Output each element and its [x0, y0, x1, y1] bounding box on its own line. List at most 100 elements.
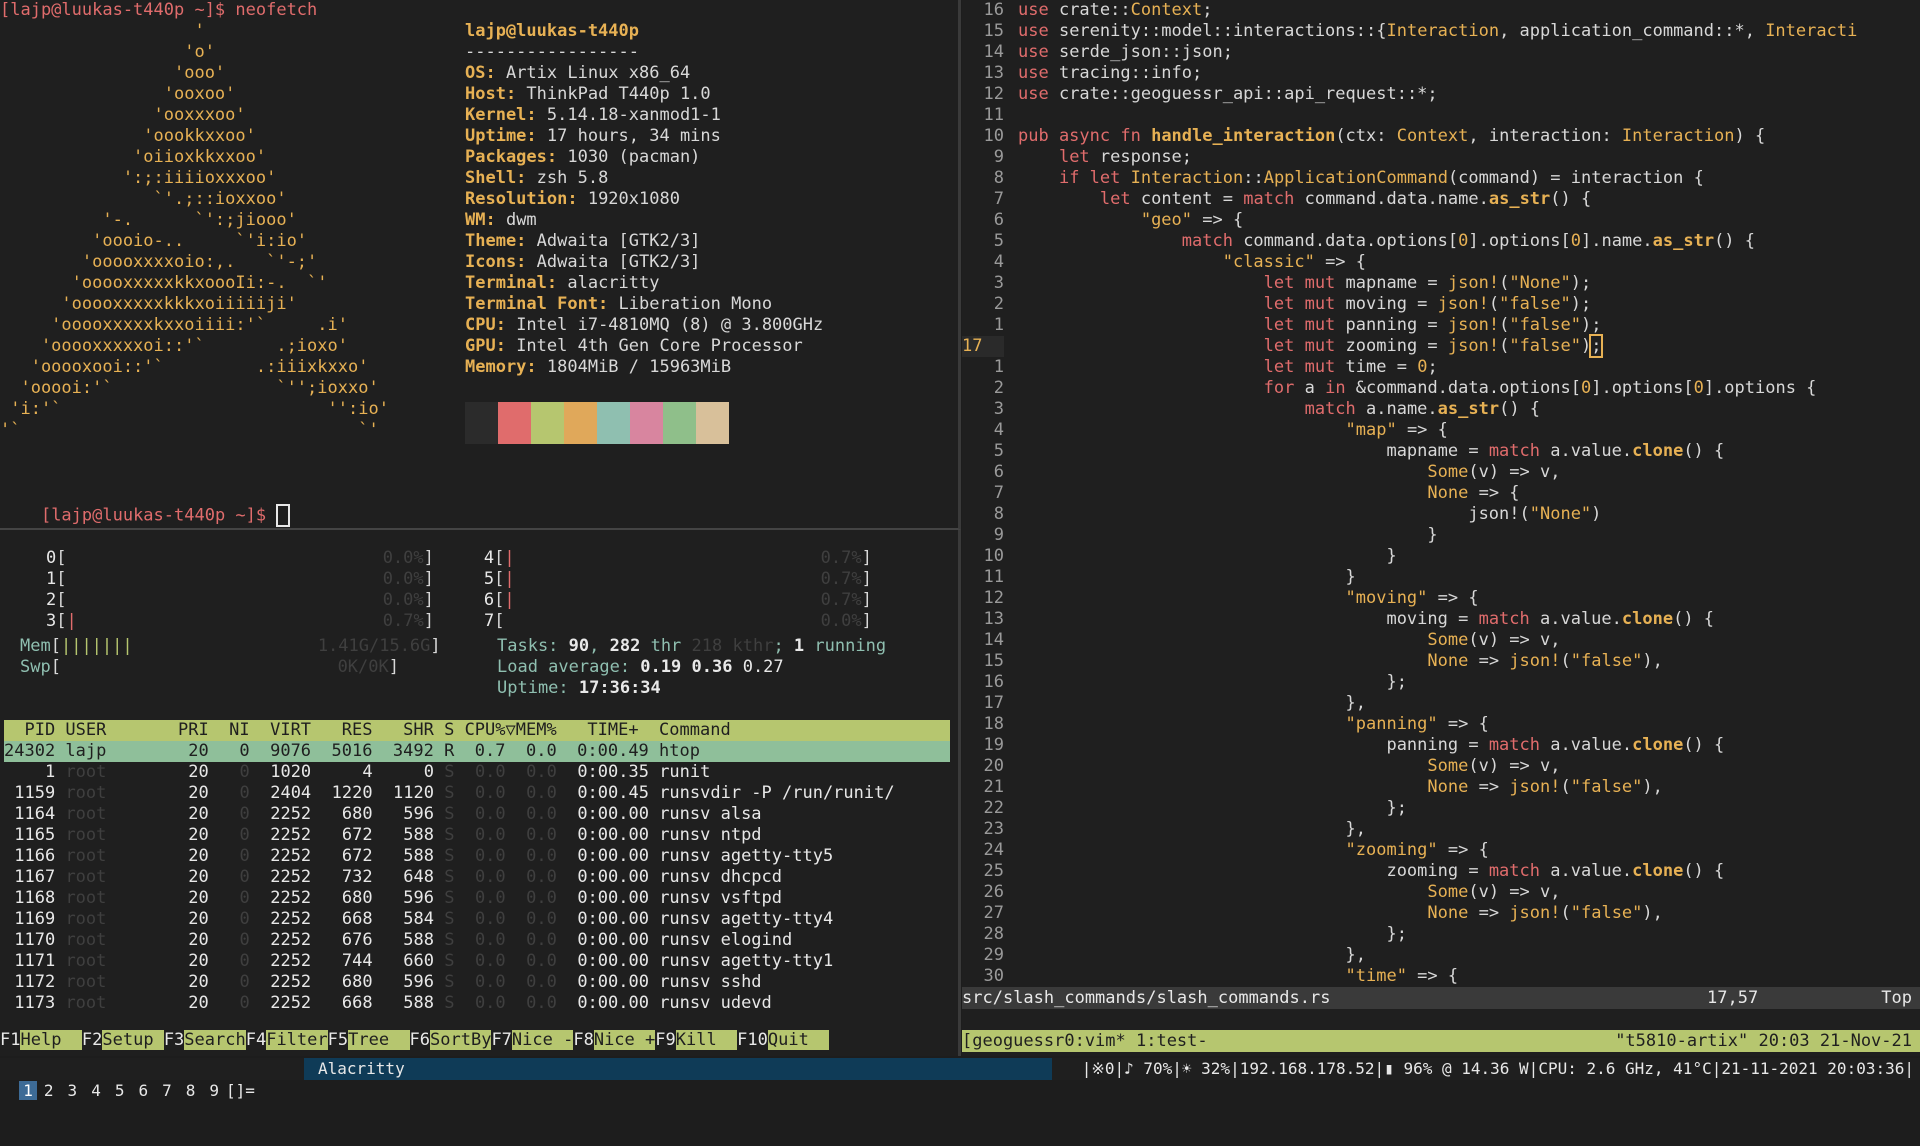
- tag-5[interactable]: 5: [108, 1081, 132, 1100]
- code-line[interactable]: 18 "panning" => {: [962, 714, 1920, 735]
- code-text: Some(v) => v,: [1427, 882, 1561, 902]
- process-row[interactable]: 1168 root 20 0 2252 680 596 S 0.0 0.0 0:…: [4, 888, 950, 909]
- fkey-f6[interactable]: F6SortBy: [410, 1030, 492, 1050]
- code-line[interactable]: 21 None => json!("false"),: [962, 777, 1920, 798]
- fkey-f5[interactable]: F5Tree: [328, 1030, 410, 1050]
- process-row[interactable]: 1 root 20 0 1020 4 0 S 0.0 0.0 0:00.35 r…: [4, 762, 950, 783]
- code-line[interactable]: 13 use tracing::info;: [962, 63, 1920, 84]
- info-label: Terminal Font:: [465, 294, 619, 314]
- code-line[interactable]: 29 },: [962, 945, 1920, 966]
- process-row-selected[interactable]: 24302 lajp 20 0 9076 5016 3492 R 0.7 0.0…: [4, 741, 950, 762]
- fkey-f2[interactable]: F2Setup: [82, 1030, 164, 1050]
- code-line[interactable]: 26 Some(v) => v,: [962, 882, 1920, 903]
- fkey-f8[interactable]: F8Nice +: [573, 1030, 656, 1050]
- ascii-line: 'oooio-.. `'i:io': [0, 231, 308, 251]
- code-line[interactable]: 2 for a in &command.data.options[0].opti…: [962, 378, 1920, 399]
- code-line[interactable]: 5 match command.data.options[0].options[…: [962, 231, 1920, 252]
- code-line[interactable]: 7 let content = match command.data.name.…: [962, 189, 1920, 210]
- process-row[interactable]: 1170 root 20 0 2252 676 588 S 0.0 0.0 0:…: [4, 930, 950, 951]
- code-line[interactable]: 6 "geo" => {: [962, 210, 1920, 231]
- code-line[interactable]: 4 "classic" => {: [962, 252, 1920, 273]
- tag-2[interactable]: 2: [37, 1081, 61, 1100]
- code-line[interactable]: 8 json!("None"): [962, 504, 1920, 525]
- tag-3[interactable]: 3: [61, 1081, 85, 1100]
- code-line[interactable]: 6 Some(v) => v,: [962, 462, 1920, 483]
- code-line[interactable]: 2 let mut moving = json!("false");: [962, 294, 1920, 315]
- ascii-line: '` `': [0, 420, 379, 440]
- code-line[interactable]: 24 "zooming" => {: [962, 840, 1920, 861]
- palette-swatch: [597, 402, 630, 444]
- code-text: let response;: [1058, 147, 1193, 167]
- code-line[interactable]: 27 None => json!("false"),: [962, 903, 1920, 924]
- code-line[interactable]: 11: [962, 105, 1920, 126]
- process-row[interactable]: 1165 root 20 0 2252 672 588 S 0.0 0.0 0:…: [4, 825, 950, 846]
- vim-editor[interactable]: 16 use crate::Context; 15 use serenity::mod…: [962, 0, 1920, 1056]
- neofetch-terminal[interactable]: [lajp@luukas-t440p ~]$ neofetch ' 'o' 'o…: [0, 0, 961, 530]
- code-line[interactable]: 3 let mut mapname = json!("None");: [962, 273, 1920, 294]
- ascii-line: 'ooooi:'` `'';ioxxo': [0, 378, 379, 398]
- code-buffer[interactable]: 16 use crate::Context; 15 use serenity::mod…: [962, 0, 1920, 987]
- code-line-current[interactable]: 17 let mut zooming = json!("false");: [962, 334, 1920, 358]
- code-line[interactable]: 28 };: [962, 924, 1920, 945]
- code-line[interactable]: 4 "map" => {: [962, 420, 1920, 441]
- code-line[interactable]: 7 None => {: [962, 483, 1920, 504]
- tag-8[interactable]: 8: [179, 1081, 203, 1100]
- code-line[interactable]: 10 pub async fn handle_interaction(ctx: C…: [962, 126, 1920, 147]
- process-row[interactable]: 1172 root 20 0 2252 680 596 S 0.0 0.0 0:…: [4, 972, 950, 993]
- htop-terminal[interactable]: 0[0.0%] 4[| 0.7%] 1[0.0%] 5[| 0.7%] 2[0.0%] 6[|…: [0, 530, 961, 1056]
- code-line[interactable]: 14 use serde_json::json;: [962, 42, 1920, 63]
- code-line[interactable]: 19 panning = match a.value.clone() {: [962, 735, 1920, 756]
- process-row[interactable]: 1171 root 20 0 2252 744 660 S 0.0 0.0 0:…: [4, 951, 950, 972]
- tag-1[interactable]: 1: [19, 1081, 37, 1100]
- line-number: 20: [983, 756, 1004, 776]
- line-number: 17: [962, 336, 1004, 357]
- code-line[interactable]: 20 Some(v) => v,: [962, 756, 1920, 777]
- info-value: Liberation Mono: [618, 294, 773, 314]
- code-line[interactable]: 12 use crate::geoguessr_api::api_request:…: [962, 84, 1920, 105]
- info-value: zsh 5.8: [536, 168, 609, 188]
- code-line[interactable]: 14 Some(v) => v,: [962, 630, 1920, 651]
- fkey-f10[interactable]: F10Quit: [737, 1030, 830, 1050]
- code-line[interactable]: 23 },: [962, 819, 1920, 840]
- fkey-f3[interactable]: F3Search: [164, 1030, 246, 1050]
- process-row[interactable]: 1169 root 20 0 2252 668 584 S 0.0 0.0 0:…: [4, 909, 950, 930]
- code-line[interactable]: 12 "moving" => {: [962, 588, 1920, 609]
- code-line[interactable]: 15 use serenity::model::interactions::{In…: [962, 21, 1920, 42]
- shell-prompt[interactable]: [lajp@luukas-t440p ~]$: [0, 483, 291, 527]
- tag-4[interactable]: 4: [84, 1081, 108, 1100]
- code-line[interactable]: 10 }: [962, 546, 1920, 567]
- process-row[interactable]: 1166 root 20 0 2252 672 588 S 0.0 0.0 0:…: [4, 846, 950, 867]
- info-label: Uptime:: [465, 126, 547, 146]
- process-row[interactable]: 1167 root 20 0 2252 732 648 S 0.0 0.0 0:…: [4, 867, 950, 888]
- process-row[interactable]: 1173 root 20 0 2252 668 588 S 0.0 0.0 0:…: [4, 993, 950, 1014]
- code-line[interactable]: 1 let mut panning = json!("false");: [962, 315, 1920, 336]
- code-line[interactable]: 11 }: [962, 567, 1920, 588]
- code-line[interactable]: 22 };: [962, 798, 1920, 819]
- tag-6[interactable]: 6: [131, 1081, 155, 1100]
- code-line[interactable]: 25 zooming = match a.value.clone() {: [962, 861, 1920, 882]
- code-line[interactable]: 8 if let Interaction::ApplicationCommand…: [962, 168, 1920, 189]
- code-text: }: [1018, 567, 1356, 587]
- code-line[interactable]: 17 },: [962, 693, 1920, 714]
- tag-9[interactable]: 9: [202, 1081, 226, 1100]
- code-line[interactable]: 15 None => json!("false"),: [962, 651, 1920, 672]
- code-line[interactable]: 16 use crate::Context;: [962, 0, 1920, 21]
- code-line[interactable]: 1 let mut time = 0;: [962, 357, 1920, 378]
- code-line[interactable]: 13 moving = match a.value.clone() {: [962, 609, 1920, 630]
- process-row[interactable]: 1159 root 20 0 2404 1220 1120 S 0.0 0.0 …: [4, 783, 950, 804]
- fkey-f7[interactable]: F7Nice -: [491, 1030, 574, 1050]
- code-line[interactable]: 30 "time" => {: [962, 966, 1920, 987]
- code-line[interactable]: 9 let response;: [962, 147, 1920, 168]
- process-table-header[interactable]: PID USER PRI NI VIRT RES SHR S CPU%▽MEM%…: [4, 720, 950, 741]
- process-row[interactable]: 1164 root 20 0 2252 680 596 S 0.0 0.0 0:…: [4, 804, 950, 825]
- code-line[interactable]: 5 mapname = match a.value.clone() {: [962, 441, 1920, 462]
- code-line[interactable]: 3 match a.name.as_str() {: [962, 399, 1920, 420]
- fkey-f1[interactable]: F1Help: [0, 1030, 82, 1050]
- code-text: match a.name.as_str() {: [1304, 399, 1541, 419]
- tag-7[interactable]: 7: [155, 1081, 179, 1100]
- code-line[interactable]: 9 }: [962, 525, 1920, 546]
- fkey-f9[interactable]: F9Kill: [655, 1030, 738, 1050]
- layout-symbol[interactable]: []=: [226, 1081, 255, 1100]
- fkey-f4[interactable]: F4Filter: [246, 1030, 328, 1050]
- code-line[interactable]: 16 };: [962, 672, 1920, 693]
